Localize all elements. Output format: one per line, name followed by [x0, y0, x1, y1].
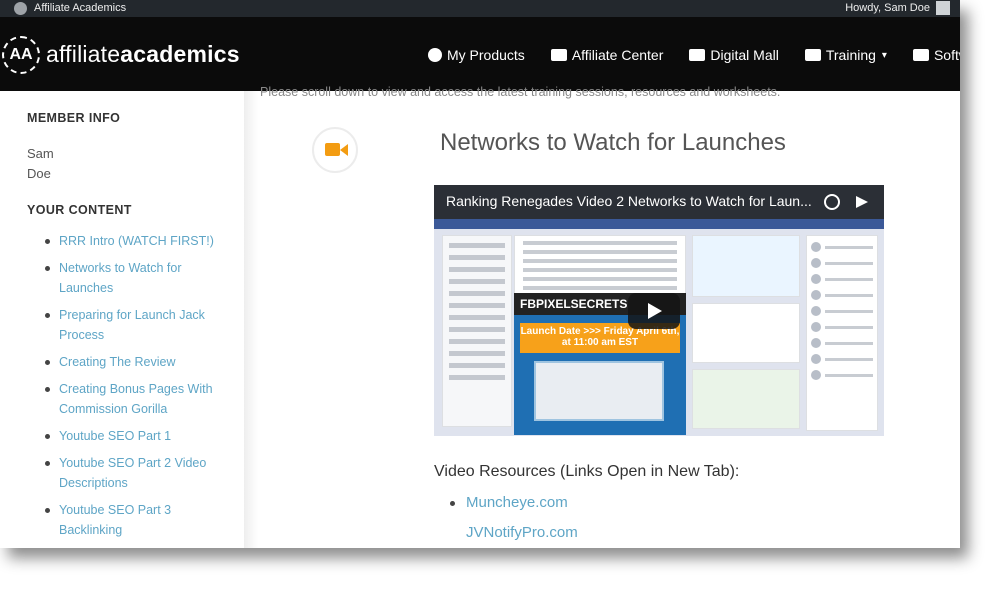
main-nav: My Products Affiliate Center Digital Mal… [428, 47, 960, 63]
your-content-heading: YOUR CONTENT [27, 203, 132, 217]
member-first-name: Sam [27, 146, 54, 161]
video-title[interactable]: Ranking Renegades Video 2 Networks to Wa… [446, 193, 812, 209]
video-camera-lens-icon [340, 144, 348, 156]
lesson-link[interactable]: Youtube SEO Part 3 Backlinking [45, 500, 225, 540]
video-player[interactable]: Ranking Renegades Video 2 Networks to Wa… [434, 185, 884, 436]
logo-mark[interactable]: AA [2, 36, 40, 74]
avatar[interactable] [936, 1, 950, 15]
sidebar: MEMBER INFO Sam Doe YOUR CONTENT RRR Int… [0, 91, 244, 548]
play-icon [648, 303, 662, 319]
page-frame: Affiliate Academics Howdy, Sam Doe AA af… [0, 0, 960, 548]
graduation-cap-icon [804, 49, 821, 61]
resource-link[interactable]: Muncheye.com [448, 493, 578, 513]
lesson-link[interactable]: Youtube SEO Part 1 [45, 426, 225, 446]
video-camera-icon [325, 143, 340, 156]
logo-text[interactable]: affiliateacademics [46, 41, 240, 68]
wordpress-icon[interactable] [14, 2, 27, 15]
site-header: AA affiliateacademics My Products Affili… [0, 17, 960, 91]
nav-label: Software [933, 47, 960, 63]
video-lesson-badge [312, 127, 358, 173]
video-fb-topbar [434, 219, 884, 229]
lesson-list: RRR Intro (WATCH FIRST!) Networks to Wat… [45, 231, 225, 547]
lesson-link[interactable]: Creating Bonus Pages With Commission Gor… [45, 379, 225, 419]
resource-list: Muncheye.com JVNotifyPro.com [448, 493, 578, 548]
nav-label: Digital Mall [710, 47, 779, 63]
nav-software[interactable]: Software [912, 47, 960, 63]
dashboard-icon [428, 48, 442, 62]
promo-product-image [534, 361, 664, 421]
watch-later-icon[interactable] [824, 194, 840, 210]
lesson-link[interactable]: Preparing for Launch Jack Process [45, 305, 225, 345]
share-icon[interactable] [856, 196, 868, 208]
resource-link[interactable]: JVNotifyPro.com [448, 523, 578, 543]
nav-label: My Products [447, 47, 525, 63]
video-fb-sidebar [442, 235, 512, 427]
admin-bar: Affiliate Academics Howdy, Sam Doe [0, 0, 960, 17]
video-fb-contacts [806, 235, 878, 431]
lesson-link[interactable]: Networks to Watch for Launches [45, 258, 225, 298]
binoculars-icon [689, 49, 706, 61]
chevron-down-icon: ▾ [881, 49, 887, 61]
lesson-title: Networks to Watch for Launches [440, 129, 786, 156]
member-last-name: Doe [27, 166, 51, 181]
nav-label: Affiliate Center [571, 47, 664, 63]
nav-affiliate-center[interactable]: Affiliate Center [550, 47, 664, 63]
ticket-icon [550, 49, 567, 61]
lesson-link[interactable]: Creating The Review [45, 352, 225, 372]
main-content: Please scroll down to view and access th… [258, 85, 960, 548]
admin-site-name[interactable]: Affiliate Academics [34, 2, 126, 14]
admin-greeting[interactable]: Howdy, Sam Doe [845, 2, 930, 14]
member-info-heading: MEMBER INFO [27, 111, 121, 125]
nav-label: Training [825, 47, 876, 63]
lesson-link[interactable]: RRR Intro (WATCH FIRST!) [45, 231, 225, 251]
logo-text-bold: academics [120, 41, 240, 67]
sidebar-divider [244, 91, 258, 548]
puzzle-icon [912, 49, 929, 61]
video-fb-cards [692, 235, 800, 431]
nav-digital-mall[interactable]: Digital Mall [689, 47, 779, 63]
intro-text: Please scroll down to view and access th… [260, 85, 781, 99]
lesson-link[interactable]: Youtube SEO Part 2 Video Descriptions [45, 453, 225, 493]
resources-heading: Video Resources (Links Open in New Tab): [434, 463, 740, 480]
logo-text-light: affiliate [46, 41, 121, 67]
nav-my-products[interactable]: My Products [428, 47, 525, 63]
nav-training[interactable]: Training ▾ [804, 47, 887, 63]
play-button[interactable] [628, 293, 680, 329]
video-title-bar: Ranking Renegades Video 2 Networks to Wa… [434, 185, 884, 219]
